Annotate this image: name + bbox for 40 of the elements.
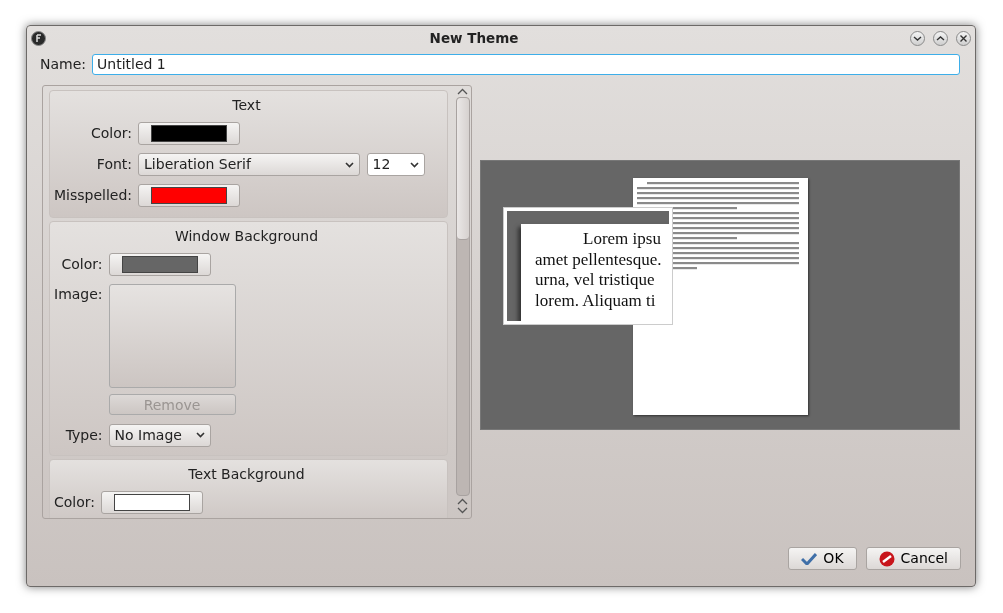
scroll-up-icon[interactable]: [457, 88, 468, 95]
color-button[interactable]: [108, 253, 211, 276]
color-button[interactable]: [101, 490, 204, 514]
name-field[interactable]: Untitled 1: [92, 54, 960, 75]
scroll-down-icon[interactable]: [457, 507, 468, 514]
window-title: New Theme: [428, 28, 520, 48]
field-label: Color:: [90, 124, 133, 143]
size-dropdown[interactable]: 12: [366, 153, 425, 176]
preview-text: urna, vel tristique: [535, 270, 655, 291]
field-label: Image:: [54, 285, 103, 304]
preview-text: Lorem ipsu: [582, 229, 661, 250]
field-label: Type:: [64, 425, 103, 445]
name-label: Name:: [40, 55, 87, 74]
preview-text: amet pellentesque.: [535, 249, 662, 270]
cancel-button[interactable]: Cancel: [865, 547, 961, 570]
type-dropdown[interactable]: No Image: [108, 423, 211, 447]
section-title: Text: [231, 96, 262, 115]
scrollbar-track[interactable]: [455, 97, 470, 496]
section-title: Window Background: [173, 227, 320, 246]
caret-icon: [195, 432, 205, 438]
color-button[interactable]: [138, 122, 241, 145]
preview-text: lorem. Aliquam ti: [535, 290, 656, 311]
section-title: Text Background: [187, 464, 306, 484]
scrollbar-thumb[interactable]: [456, 98, 469, 240]
close-button[interactable]: [956, 30, 971, 46]
ok-button[interactable]: OK: [788, 547, 857, 570]
field-label: Color:: [60, 255, 103, 274]
field-label: Font:: [95, 155, 133, 174]
field-label: Color:: [54, 492, 96, 512]
minimize-button[interactable]: [910, 30, 925, 46]
check-icon: [801, 552, 818, 565]
font-dropdown[interactable]: Liberation Serif: [138, 153, 361, 176]
color-button[interactable]: [138, 184, 241, 207]
scroll-up-icon[interactable]: [457, 498, 468, 505]
maximize-button[interactable]: [933, 30, 948, 46]
caret-icon: [345, 161, 355, 168]
caret-icon: [409, 161, 419, 168]
stop-icon: [878, 550, 895, 567]
app-icon: [31, 30, 46, 46]
field-label: Misspelled:: [54, 186, 133, 205]
